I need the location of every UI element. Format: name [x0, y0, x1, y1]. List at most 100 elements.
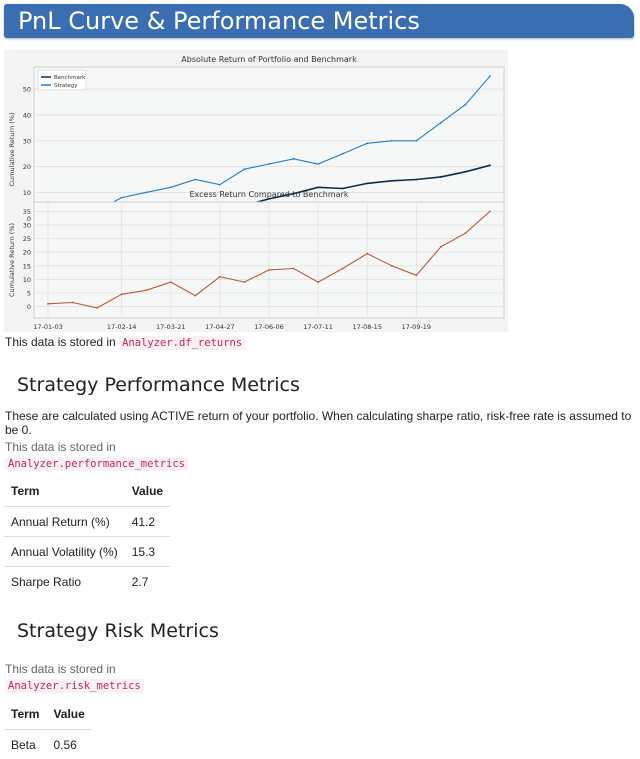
column-header-term: Term: [4, 699, 46, 730]
data-point-strategy: [440, 122, 442, 124]
data-point-excess: [244, 281, 246, 283]
performance-code-line: Analyzer.performance_metrics: [5, 456, 188, 470]
data-point-excess: [72, 302, 74, 304]
df-returns-note: This data is stored in Analyzer.df_retur…: [5, 335, 245, 349]
y-tick-label: 5: [27, 289, 31, 297]
value-cell: 15.3: [125, 537, 170, 567]
pnl-chart-svg: Absolute Return of Portfolio and Benchma…: [4, 50, 508, 332]
data-point-excess: [293, 268, 295, 270]
table-row: Annual Volatility (%) 15.3: [4, 537, 170, 567]
table-row: Annual Return (%) 41.2: [4, 507, 170, 537]
data-point-excess: [170, 281, 172, 283]
data-point-strategy: [170, 186, 172, 188]
data-point-benchmark: [440, 176, 442, 178]
x-tick-label: 17-04-27: [205, 323, 235, 331]
data-point-excess: [47, 303, 49, 305]
column-header-value: Value: [46, 699, 91, 730]
value-cell: 0.56: [46, 730, 91, 759]
risk-heading: Strategy Risk Metrics: [17, 620, 219, 642]
data-point-strategy: [366, 142, 368, 144]
y-tick-label: 35: [23, 208, 31, 216]
data-point-benchmark: [465, 171, 467, 173]
x-tick-label: 17-01-03: [33, 323, 63, 331]
legend-label: Benchmark: [54, 75, 86, 81]
data-point-strategy: [342, 153, 344, 155]
page-header-banner: PnL Curve & Performance Metrics: [4, 4, 634, 38]
data-point-benchmark: [366, 182, 368, 184]
data-point-benchmark: [415, 179, 417, 181]
column-header-term: Term: [4, 476, 125, 507]
pnl-chart-figure: Absolute Return of Portfolio and Benchma…: [4, 50, 508, 332]
table-header-row: Term Value: [4, 699, 92, 730]
performance-description: These are calculated using ACTIVE return…: [5, 409, 637, 437]
y-tick-label: 40: [23, 111, 31, 119]
chart-title: Excess Return Compared to Benchmark: [190, 190, 349, 199]
data-point-excess: [391, 265, 393, 267]
y-tick-label: 50: [23, 86, 31, 94]
data-point-excess: [342, 268, 344, 270]
data-point-excess: [489, 211, 491, 213]
y-tick-label: 30: [23, 137, 31, 145]
data-point-excess: [440, 246, 442, 248]
value-cell: 2.7: [125, 567, 170, 597]
data-point-excess: [194, 295, 196, 297]
page-title: PnL Curve & Performance Metrics: [4, 4, 634, 38]
risk-note: This data is stored in: [5, 662, 116, 676]
y-tick-label: 15: [23, 262, 31, 270]
risk-metrics-table: Term Value Beta 0.56: [4, 699, 92, 759]
data-point-benchmark: [489, 164, 491, 166]
risk-metrics-code: Analyzer.risk_metrics: [5, 679, 144, 693]
term-cell: Beta: [4, 730, 46, 759]
performance-note: This data is stored in: [5, 440, 116, 454]
y-tick-label: 10: [23, 276, 31, 284]
data-point-strategy: [317, 163, 319, 165]
x-tick-label: 17-07-11: [303, 323, 333, 331]
term-cell: Sharpe Ratio: [4, 567, 125, 597]
y-axis-label: Cumulative Return (%): [8, 112, 16, 186]
column-header-value: Value: [125, 476, 170, 507]
data-point-strategy: [244, 168, 246, 170]
y-tick-label: 20: [23, 163, 31, 171]
table-header-row: Term Value: [4, 476, 170, 507]
table-row: Sharpe Ratio 2.7: [4, 567, 170, 597]
term-cell: Annual Volatility (%): [4, 537, 125, 567]
table-row: Beta 0.56: [4, 730, 92, 759]
risk-code-line: Analyzer.risk_metrics: [5, 678, 144, 692]
legend-label: Strategy: [54, 83, 78, 89]
data-point-excess: [121, 293, 123, 295]
data-point-excess: [366, 253, 368, 255]
data-point-strategy: [391, 140, 393, 142]
data-point-excess: [268, 269, 270, 271]
performance-metrics-table: Term Value Annual Return (%) 41.2 Annual…: [4, 476, 170, 596]
data-point-strategy: [293, 158, 295, 160]
data-point-strategy: [268, 163, 270, 165]
x-tick-label: 17-08-15: [352, 323, 382, 331]
data-point-benchmark: [317, 186, 319, 188]
data-point-strategy: [465, 104, 467, 106]
y-tick-label: 10: [23, 189, 31, 197]
df-returns-note-text: This data is stored in: [5, 335, 116, 349]
data-point-strategy: [219, 184, 221, 186]
value-cell: 41.2: [125, 507, 170, 537]
x-tick-label: 17-03-21: [156, 323, 186, 331]
data-point-strategy: [194, 179, 196, 181]
data-point-excess: [465, 232, 467, 234]
y-tick-label: 20: [23, 249, 31, 257]
data-point-excess: [317, 281, 319, 283]
x-tick-label: 17-06-06: [254, 323, 284, 331]
data-point-benchmark: [391, 180, 393, 182]
x-tick-label: 17-02-14: [107, 323, 137, 331]
data-point-excess: [415, 274, 417, 276]
y-axis-label: Cumulative Return (%): [8, 223, 16, 297]
data-point-excess: [145, 289, 147, 291]
data-point-strategy: [121, 197, 123, 199]
data-point-excess: [219, 276, 221, 278]
y-tick-label: 30: [23, 222, 31, 230]
data-point-strategy: [415, 140, 417, 142]
term-cell: Annual Return (%): [4, 507, 125, 537]
x-tick-label: 17-09-19: [402, 323, 432, 331]
df-returns-code: Analyzer.df_returns: [119, 336, 245, 350]
performance-metrics-code: Analyzer.performance_metrics: [5, 457, 188, 471]
y-tick-label: 0: [27, 303, 31, 311]
data-point-strategy: [489, 75, 491, 77]
